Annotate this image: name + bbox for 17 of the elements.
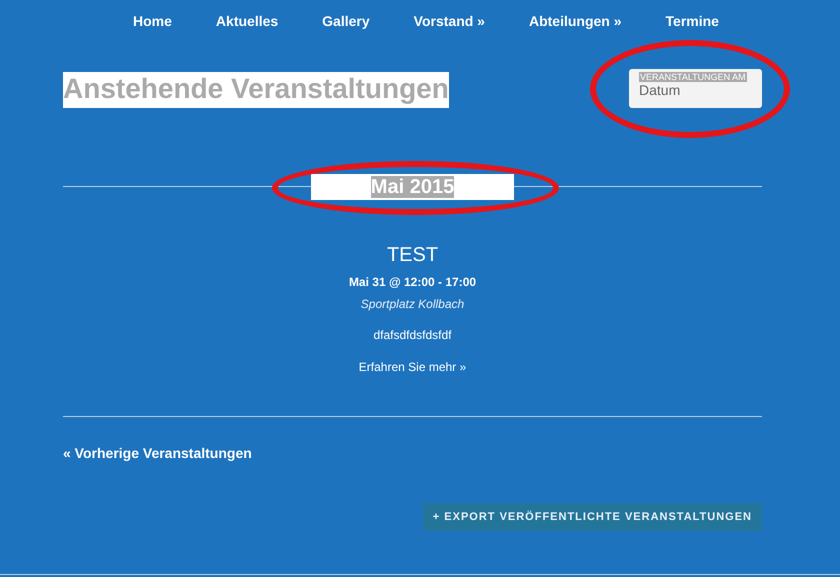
event-description: dfafsdfdsfdsfdf [373,328,452,342]
month-heading: Mai 2015 [311,174,514,200]
date-field[interactable]: Datum [639,82,749,98]
nav-link[interactable]: Gallery [322,13,370,43]
nav-link[interactable]: Termine [666,13,719,43]
page-title: Anstehende Veranstaltungen [63,72,449,108]
event-date: Mai 31 @ 12:00 - 17:00 [348,275,476,289]
previous-events-link[interactable]: « Vorherige Veranstaltungen [63,445,252,461]
export-button[interactable]: + EXPORT VERÖFFENTLICHTE VERANSTALTUNGEN [422,503,762,531]
nav-link[interactable]: Vorstand » [414,13,485,43]
date-field-label: VERANSTALTUNGEN AM [639,72,747,82]
nav-link[interactable]: Abteilungen » [528,13,622,43]
event-title: TEST [386,244,438,267]
read-more-link[interactable]: Erfahren Sie mehr » [358,360,466,374]
nav-link[interactable]: Aktuelles [216,13,278,43]
event-venue: Sportplatz Kollbach [360,297,464,311]
nav-link[interactable]: Home [133,13,172,43]
